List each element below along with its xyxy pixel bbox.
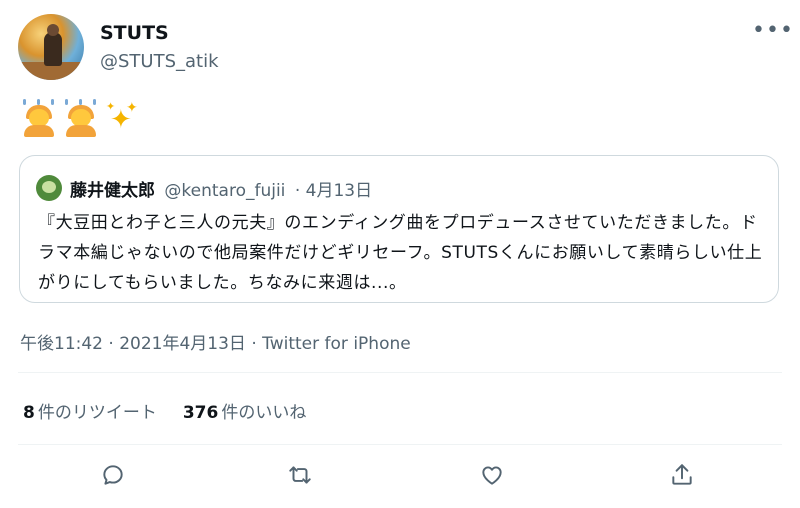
quoted-author-avatar: [36, 175, 62, 201]
meta-separator: ·: [245, 334, 263, 354]
retweet-icon: [289, 466, 311, 484]
tweet-date[interactable]: 2021年4月13日: [119, 334, 246, 354]
avatar-figure: [44, 32, 62, 66]
retweets-count: 8: [23, 403, 35, 423]
share-button[interactable]: [669, 462, 701, 494]
quoted-text: 『大豆田とわ子と三人の元夫』のエンディング曲をプロデュースさせていただきました。…: [38, 213, 763, 293]
like-button[interactable]: [479, 462, 511, 494]
tweet-meta: 午後11:42 · 2021年4月13日 · Twitter for iPhon…: [20, 329, 411, 354]
reply-icon: [103, 465, 123, 485]
divider: [18, 372, 782, 373]
quoted-tweet[interactable]: 藤井健太郎 @kentaro_fujii · 4月13日 『大豆田とわ子と三人の…: [19, 155, 779, 303]
share-icon: [672, 464, 692, 485]
action-bar: [0, 458, 800, 498]
quoted-header: 藤井健太郎 @kentaro_fujii · 4月13日: [70, 176, 372, 201]
tweet-time[interactable]: 午後11:42: [20, 334, 103, 354]
retweet-button[interactable]: [287, 462, 319, 494]
meta-separator: ·: [103, 334, 120, 354]
quoted-date: · 4月13日: [294, 181, 373, 201]
avatar-head: [47, 24, 59, 36]
quoted-author-handle: @kentaro_fujii: [164, 181, 286, 201]
sparkles-icon: ✦ ✦ ✦: [106, 100, 138, 135]
like-icon: [482, 466, 502, 485]
person-raising-hands-icon: [20, 99, 58, 137]
author-avatar[interactable]: [18, 14, 84, 80]
author-handle[interactable]: @STUTS_atik: [100, 51, 219, 72]
engagement-stats: 8 件のリツイート 376 件のいいね: [23, 398, 306, 423]
quoted-author-name: 藤井健太郎: [70, 181, 155, 201]
divider: [18, 444, 782, 445]
reply-button[interactable]: [100, 462, 132, 494]
author-name[interactable]: STUTS: [100, 22, 169, 44]
tweet-client[interactable]: Twitter for iPhone: [262, 334, 411, 354]
person-raising-hands-icon: [62, 99, 100, 137]
tweet-text: ✦ ✦ ✦: [20, 99, 140, 137]
more-options-icon[interactable]: •••: [752, 20, 794, 42]
retweets-label: 件のリツイート: [37, 403, 157, 423]
likes-stat[interactable]: 376 件のいいね: [183, 398, 307, 423]
retweets-stat[interactable]: 8 件のリツイート: [23, 398, 157, 423]
likes-label: 件のいいね: [221, 403, 307, 423]
likes-count: 376: [182, 403, 219, 423]
